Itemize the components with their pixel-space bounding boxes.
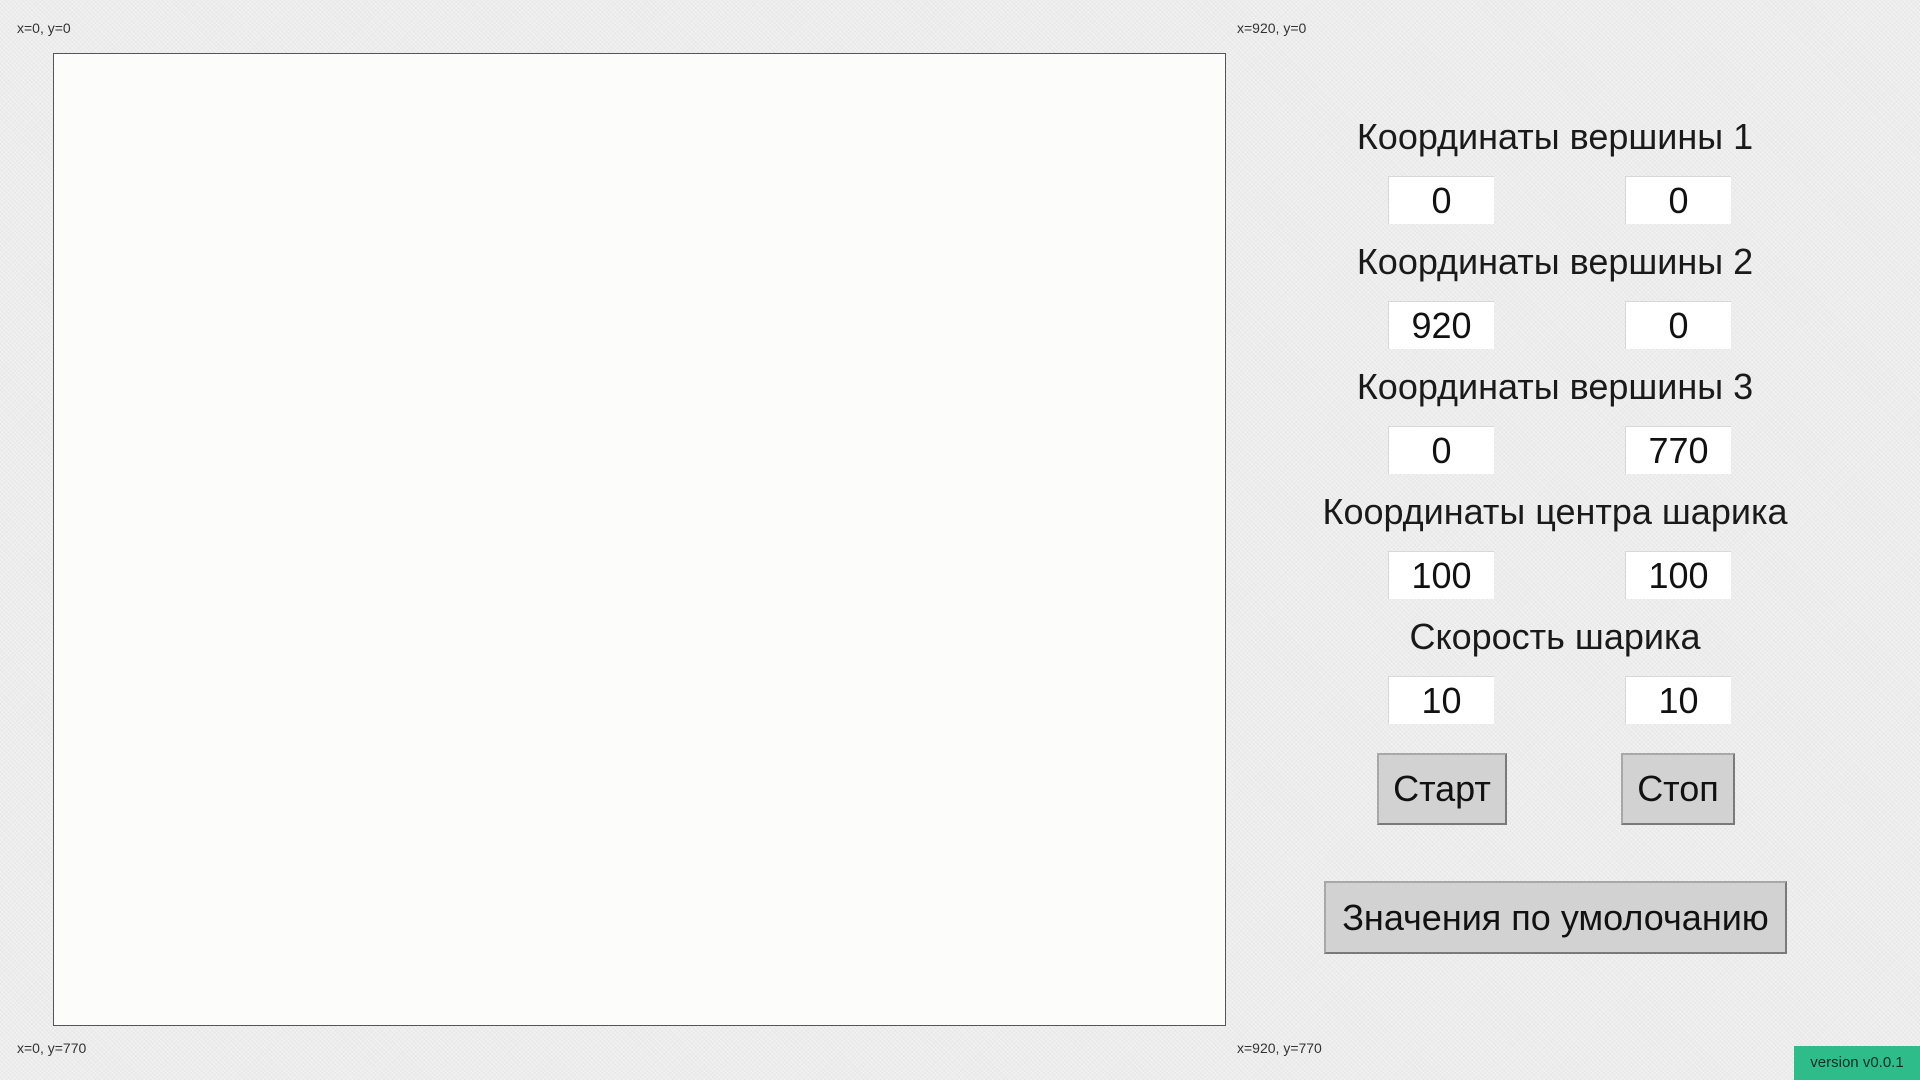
canvas-corner-top-left-label: x=0, y=0 <box>17 20 71 36</box>
vertex2-x-input[interactable] <box>1388 301 1494 349</box>
vertex1-title: Координаты вершины 1 <box>1356 116 1754 157</box>
simulation-canvas <box>53 53 1226 1026</box>
version-badge: version v0.0.1 <box>1794 1046 1920 1080</box>
vertex1-x-input[interactable] <box>1388 176 1494 224</box>
start-button[interactable]: Старт <box>1377 753 1507 825</box>
vertex3-y-input[interactable] <box>1625 426 1731 474</box>
vertex3-title: Координаты вершины 3 <box>1356 366 1754 407</box>
canvas-corner-bottom-left-label: x=0, y=770 <box>17 1040 87 1056</box>
canvas-corner-bottom-right-label: x=920, y=770 <box>1237 1040 1322 1056</box>
ball-center-y-input[interactable] <box>1625 551 1731 599</box>
ball-speed-y-input[interactable] <box>1625 676 1731 724</box>
vertex1-y-input[interactable] <box>1625 176 1731 224</box>
canvas-corner-top-right-label: x=920, y=0 <box>1237 20 1307 36</box>
stop-button[interactable]: Стоп <box>1621 753 1735 825</box>
ball-speed-title: Скорость шарика <box>1409 616 1701 657</box>
vertex2-y-input[interactable] <box>1625 301 1731 349</box>
reset-defaults-button[interactable]: Значения по умолочанию <box>1324 881 1787 954</box>
ball-center-title: Координаты центра шарика <box>1322 491 1788 532</box>
vertex2-title: Координаты вершины 2 <box>1356 241 1754 282</box>
vertex3-x-input[interactable] <box>1388 426 1494 474</box>
ball-speed-x-input[interactable] <box>1388 676 1494 724</box>
ball-center-x-input[interactable] <box>1388 551 1494 599</box>
